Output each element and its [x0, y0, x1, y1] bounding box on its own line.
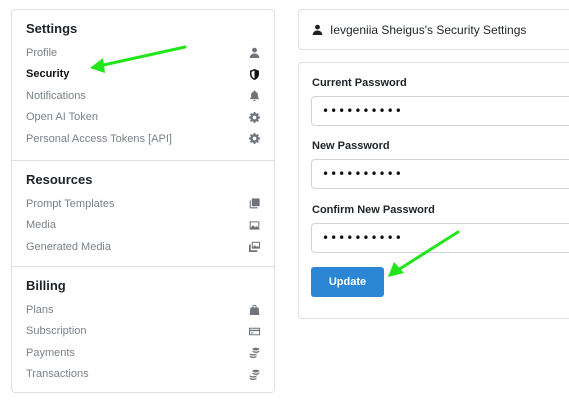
confirm-password-field[interactable]	[311, 223, 569, 253]
sidebar-item-label: Subscription	[26, 325, 87, 338]
user-icon	[312, 24, 323, 35]
sidebar-item-openai-token[interactable]: Open AI Token	[26, 107, 260, 129]
sidebar-item-payments[interactable]: Payments	[26, 342, 260, 364]
current-password-field[interactable]	[311, 96, 569, 126]
sidebar-item-notifications[interactable]: Notifications	[26, 85, 260, 107]
sidebar-item-label: Personal Access Tokens [API]	[26, 132, 172, 145]
new-password-field[interactable]	[311, 159, 569, 189]
sidebar-item-transactions[interactable]: Transactions	[26, 364, 260, 386]
shopping-bag-icon	[248, 304, 260, 316]
sidebar-section-billing: Billing Plans Subscription Payments Tran…	[12, 266, 274, 393]
shield-icon	[248, 68, 260, 80]
coins-icon	[248, 347, 260, 359]
current-password-label: Current Password	[312, 77, 407, 89]
sidebar-item-security[interactable]: Security	[26, 64, 260, 86]
sidebar-section-settings: Settings Profile Security Notifications …	[12, 10, 274, 160]
update-button[interactable]: Update	[311, 267, 384, 297]
sidebar-item-label: Notifications	[26, 89, 86, 102]
section-title: Resources	[26, 172, 93, 187]
page-header: Ievgeniia Sheigus's Security Settings	[298, 9, 569, 50]
sidebar-item-subscription[interactable]: Subscription	[26, 321, 260, 343]
sidebar-item-label: Media	[26, 219, 56, 232]
coins-icon	[248, 368, 260, 380]
confirm-password-label: Confirm New Password	[312, 204, 435, 216]
bell-icon	[248, 90, 260, 102]
image-icon	[248, 219, 260, 231]
sidebar-item-personal-access-tokens[interactable]: Personal Access Tokens [API]	[26, 128, 260, 150]
user-icon	[248, 47, 260, 59]
gear-icon	[248, 133, 260, 145]
sidebar-item-label: Transactions	[26, 368, 89, 381]
sidebar-item-plans[interactable]: Plans	[26, 299, 260, 321]
sidebar-item-generated-media[interactable]: Generated Media	[26, 236, 260, 258]
sidebar-item-media[interactable]: Media	[26, 215, 260, 237]
copy-icon	[248, 198, 260, 210]
sidebar-section-resources: Resources Prompt Templates Media Generat…	[12, 160, 274, 266]
section-title: Settings	[26, 21, 78, 36]
sidebar-item-prompt-templates[interactable]: Prompt Templates	[26, 193, 260, 215]
credit-card-icon	[248, 325, 260, 337]
sidebar-item-label: Generated Media	[26, 240, 111, 253]
page-title: Ievgeniia Sheigus's Security Settings	[330, 22, 527, 37]
security-form: Current Password New Password Confirm Ne…	[298, 62, 569, 319]
settings-sidebar: Settings Profile Security Notifications …	[11, 9, 275, 393]
section-title: Billing	[26, 278, 66, 293]
sidebar-item-label: Payments	[26, 346, 75, 359]
new-password-label: New Password	[312, 140, 390, 152]
sidebar-item-label: Profile	[26, 46, 58, 59]
sidebar-item-label: Prompt Templates	[26, 197, 115, 210]
sidebar-item-profile[interactable]: Profile	[26, 42, 260, 64]
sidebar-item-label: Open AI Token	[26, 111, 98, 124]
images-icon	[248, 241, 260, 253]
sidebar-item-label: Plans	[26, 303, 54, 316]
sidebar-item-label: Security	[26, 68, 70, 81]
gear-icon	[248, 111, 260, 123]
